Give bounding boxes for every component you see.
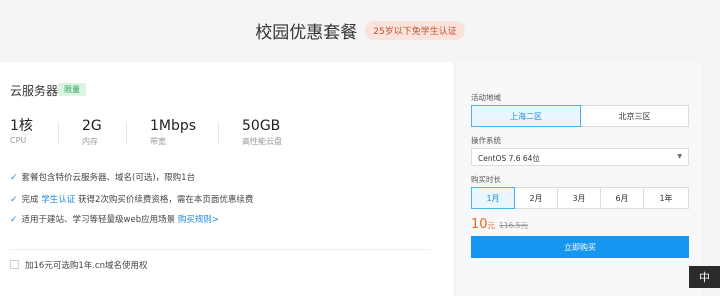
caret-down-icon: ▼ (677, 153, 682, 160)
duration-selector: 1月 2月 3月 6月 1年 (471, 187, 689, 209)
page-header: 校园优惠套餐 25岁以下免学生认证 (0, 18, 720, 43)
check-icon: ✓ (10, 215, 18, 225)
spec-unit: 内存 (82, 137, 98, 146)
spec-value: 50GB (242, 118, 281, 134)
feature-item: ✓ 适用于建站、学习等轻量级web应用场景 购买规则> (10, 213, 219, 225)
region-option-beijing[interactable]: 北京三区 (580, 105, 689, 127)
spec-value: 1Mbps (150, 118, 197, 134)
feature-text: 套餐包含特价云服务器、域名(可选)，限购1台 (21, 173, 196, 183)
spec-disk: 50GB 高性能云盘 (242, 118, 282, 147)
price-display: 10元 116.5元 (471, 213, 528, 232)
duration-label: 购买时长 (471, 175, 501, 184)
price-unit: 元 (487, 221, 496, 230)
spec-unit: 带宽 (150, 137, 166, 146)
domain-addon-label: 加16元可选购1年.cn域名使用权 (25, 261, 148, 271)
price-value: 10 (471, 217, 488, 232)
domain-addon-checkbox[interactable] (10, 260, 19, 269)
check-icon: ✓ (10, 173, 18, 183)
page-title: 校园优惠套餐 (255, 23, 358, 43)
duration-option-2m[interactable]: 2月 (514, 187, 558, 209)
spec-unit: CPU (10, 136, 27, 145)
duration-option-1y[interactable]: 1年 (643, 187, 689, 209)
input-language-button[interactable]: 中 (689, 266, 720, 288)
limited-badge: 限量 (58, 83, 86, 96)
spec-cpu: 1核 CPU (10, 118, 33, 145)
student-auth-link[interactable]: 学生认证 (41, 195, 75, 205)
spec-bandwidth: 1Mbps 带宽 (150, 118, 196, 147)
plan-card: 云服务器 限量 1核 CPU 2G 内存 1Mbps 带宽 50GB 高性能云盘… (0, 62, 454, 296)
os-select[interactable]: CentOS 7.6 64位 ▼ (471, 148, 689, 166)
duration-option-3m[interactable]: 3月 (557, 187, 601, 209)
feature-text: 适用于建站、学习等轻量级web应用场景 (21, 215, 178, 225)
purchase-panel: 活动地域 上海二区 北京三区 操作系统 CentOS 7.6 64位 ▼ 购买时… (454, 62, 702, 296)
spec-memory: 2G 内存 (82, 118, 102, 147)
plan-title: 云服务器 (10, 84, 59, 98)
feature-text: 获得2次购买价续费资格，需在本页面优惠续费 (75, 195, 254, 205)
spec-unit: 高性能云盘 (242, 137, 282, 146)
purchase-rules-link[interactable]: 购买规则> (178, 215, 219, 225)
spec-value: 1核 (10, 118, 33, 134)
divider (10, 249, 430, 250)
os-label: 操作系统 (471, 136, 501, 145)
os-select-value: CentOS 7.6 64位 (478, 154, 540, 163)
original-price: 116.5元 (499, 221, 529, 230)
duration-option-1m[interactable]: 1月 (471, 187, 515, 209)
spec-value: 2G (82, 118, 102, 134)
check-icon: ✓ (10, 195, 18, 205)
duration-option-6m[interactable]: 6月 (600, 187, 644, 209)
feature-item: ✓ 完成 学生认证 获得2次购买价续费资格，需在本页面优惠续费 (10, 193, 253, 205)
spec-divider (218, 122, 219, 144)
region-label: 活动地域 (471, 93, 501, 102)
region-selector: 上海二区 北京三区 (471, 105, 689, 127)
feature-text: 完成 (21, 195, 42, 205)
feature-item: ✓ 套餐包含特价云服务器、域名(可选)，限购1台 (10, 171, 195, 183)
spec-divider (126, 122, 127, 144)
student-tag-badge: 25岁以下免学生认证 (365, 21, 465, 40)
spec-divider (58, 122, 59, 144)
buy-now-button[interactable]: 立即购买 (471, 236, 689, 258)
domain-addon-option[interactable]: 加16元可选购1年.cn域名使用权 (10, 259, 148, 271)
region-option-shanghai[interactable]: 上海二区 (471, 105, 581, 127)
